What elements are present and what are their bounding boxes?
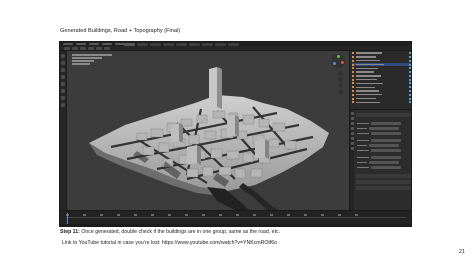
object-tab-icon[interactable] bbox=[350, 137, 354, 140]
zoom-icon[interactable] bbox=[338, 71, 343, 76]
property-field[interactable] bbox=[357, 144, 399, 147]
outliner-row[interactable] bbox=[352, 59, 411, 62]
timeline-track bbox=[66, 217, 406, 218]
modifier-tab-icon[interactable] bbox=[350, 142, 354, 145]
menu-item[interactable] bbox=[76, 43, 86, 45]
tool-shelf bbox=[60, 51, 67, 210]
status-bar bbox=[60, 224, 411, 226]
property-field[interactable] bbox=[357, 127, 399, 130]
viewport-nav-buttons bbox=[338, 71, 343, 95]
mode-select[interactable] bbox=[72, 47, 78, 50]
select-menu[interactable] bbox=[88, 47, 94, 50]
editor-type-icon[interactable] bbox=[64, 47, 70, 50]
property-field[interactable] bbox=[357, 139, 401, 142]
outliner-row[interactable] bbox=[352, 74, 411, 77]
ortho-icon[interactable] bbox=[338, 89, 343, 94]
annotate-tool-icon[interactable] bbox=[61, 96, 65, 100]
move-tool-icon[interactable] bbox=[61, 68, 65, 72]
timeline-panel[interactable] bbox=[60, 210, 411, 226]
material-tab-icon[interactable] bbox=[350, 147, 354, 150]
city-model-render bbox=[89, 67, 329, 210]
step-caption: Step 11: Once generated, double check if… bbox=[60, 229, 280, 235]
object-menu[interactable] bbox=[104, 47, 110, 50]
properties-tabs bbox=[350, 110, 354, 210]
step-label: Step 11: bbox=[60, 229, 80, 235]
add-menu[interactable] bbox=[96, 47, 102, 50]
outliner-row[interactable] bbox=[352, 67, 411, 70]
menu-item[interactable] bbox=[63, 43, 73, 45]
outliner-row[interactable] bbox=[352, 93, 411, 96]
outliner-row[interactable] bbox=[352, 71, 411, 74]
link-prefix: Link to YouTube tutorial in case you’re … bbox=[62, 240, 162, 246]
timeline-frame-numbers bbox=[66, 214, 358, 216]
outliner-row[interactable] bbox=[352, 78, 411, 81]
3d-viewport[interactable] bbox=[67, 51, 349, 210]
blender-screenshot bbox=[59, 41, 412, 227]
outliner-row[interactable] bbox=[352, 86, 411, 89]
property-field[interactable] bbox=[357, 166, 401, 169]
view-menu[interactable] bbox=[80, 47, 86, 50]
menu-item[interactable] bbox=[89, 43, 99, 45]
outliner-panel bbox=[349, 51, 411, 109]
properties-header[interactable] bbox=[356, 113, 411, 117]
output-tab-icon[interactable] bbox=[350, 122, 354, 125]
camera-icon[interactable] bbox=[338, 83, 343, 88]
properties-section-header[interactable] bbox=[356, 174, 411, 178]
property-field[interactable] bbox=[357, 156, 401, 159]
property-field[interactable] bbox=[357, 149, 401, 152]
outliner-row[interactable] bbox=[352, 62, 411, 67]
page-number: 21 bbox=[459, 249, 465, 255]
outliner-row[interactable] bbox=[352, 89, 411, 92]
scale-tool-icon[interactable] bbox=[61, 82, 65, 86]
scene-tab-icon[interactable] bbox=[350, 127, 354, 130]
property-field[interactable] bbox=[357, 161, 399, 164]
outliner-row[interactable] bbox=[352, 97, 411, 100]
menu-item[interactable] bbox=[102, 43, 112, 45]
world-tab-icon[interactable] bbox=[350, 132, 354, 135]
youtube-link[interactable]: https://www.youtube.com/watch?v=YNKcmROt… bbox=[162, 240, 277, 246]
select-tool-icon[interactable] bbox=[61, 54, 65, 58]
pan-icon[interactable] bbox=[338, 77, 343, 82]
tool-tab-icon[interactable] bbox=[350, 112, 354, 115]
properties-section-header[interactable] bbox=[356, 180, 411, 184]
page-title: Generated Buildings, Road + Topography (… bbox=[60, 28, 181, 34]
property-field[interactable] bbox=[357, 122, 401, 125]
road-curve bbox=[239, 183, 279, 210]
step-text: Once generated, double check if the buil… bbox=[79, 229, 281, 235]
cursor-tool-icon[interactable] bbox=[61, 61, 65, 65]
header-tools bbox=[64, 47, 110, 50]
outliner-row[interactable] bbox=[352, 52, 411, 55]
property-field[interactable] bbox=[357, 132, 401, 135]
transform-tool-icon[interactable] bbox=[61, 89, 65, 93]
navigation-gizmo[interactable] bbox=[331, 54, 345, 68]
measure-tool-icon[interactable] bbox=[61, 103, 65, 107]
tutorial-link-line: Link to YouTube tutorial in case you’re … bbox=[62, 240, 277, 246]
outliner-row[interactable] bbox=[352, 82, 411, 85]
render-tab-icon[interactable] bbox=[350, 117, 354, 120]
rotate-tool-icon[interactable] bbox=[61, 75, 65, 79]
outliner-row[interactable] bbox=[352, 55, 411, 58]
properties-section-header[interactable] bbox=[356, 186, 411, 190]
viewport-overlay-text bbox=[72, 54, 112, 66]
properties-panel bbox=[349, 109, 411, 210]
outliner-row[interactable] bbox=[352, 101, 411, 104]
